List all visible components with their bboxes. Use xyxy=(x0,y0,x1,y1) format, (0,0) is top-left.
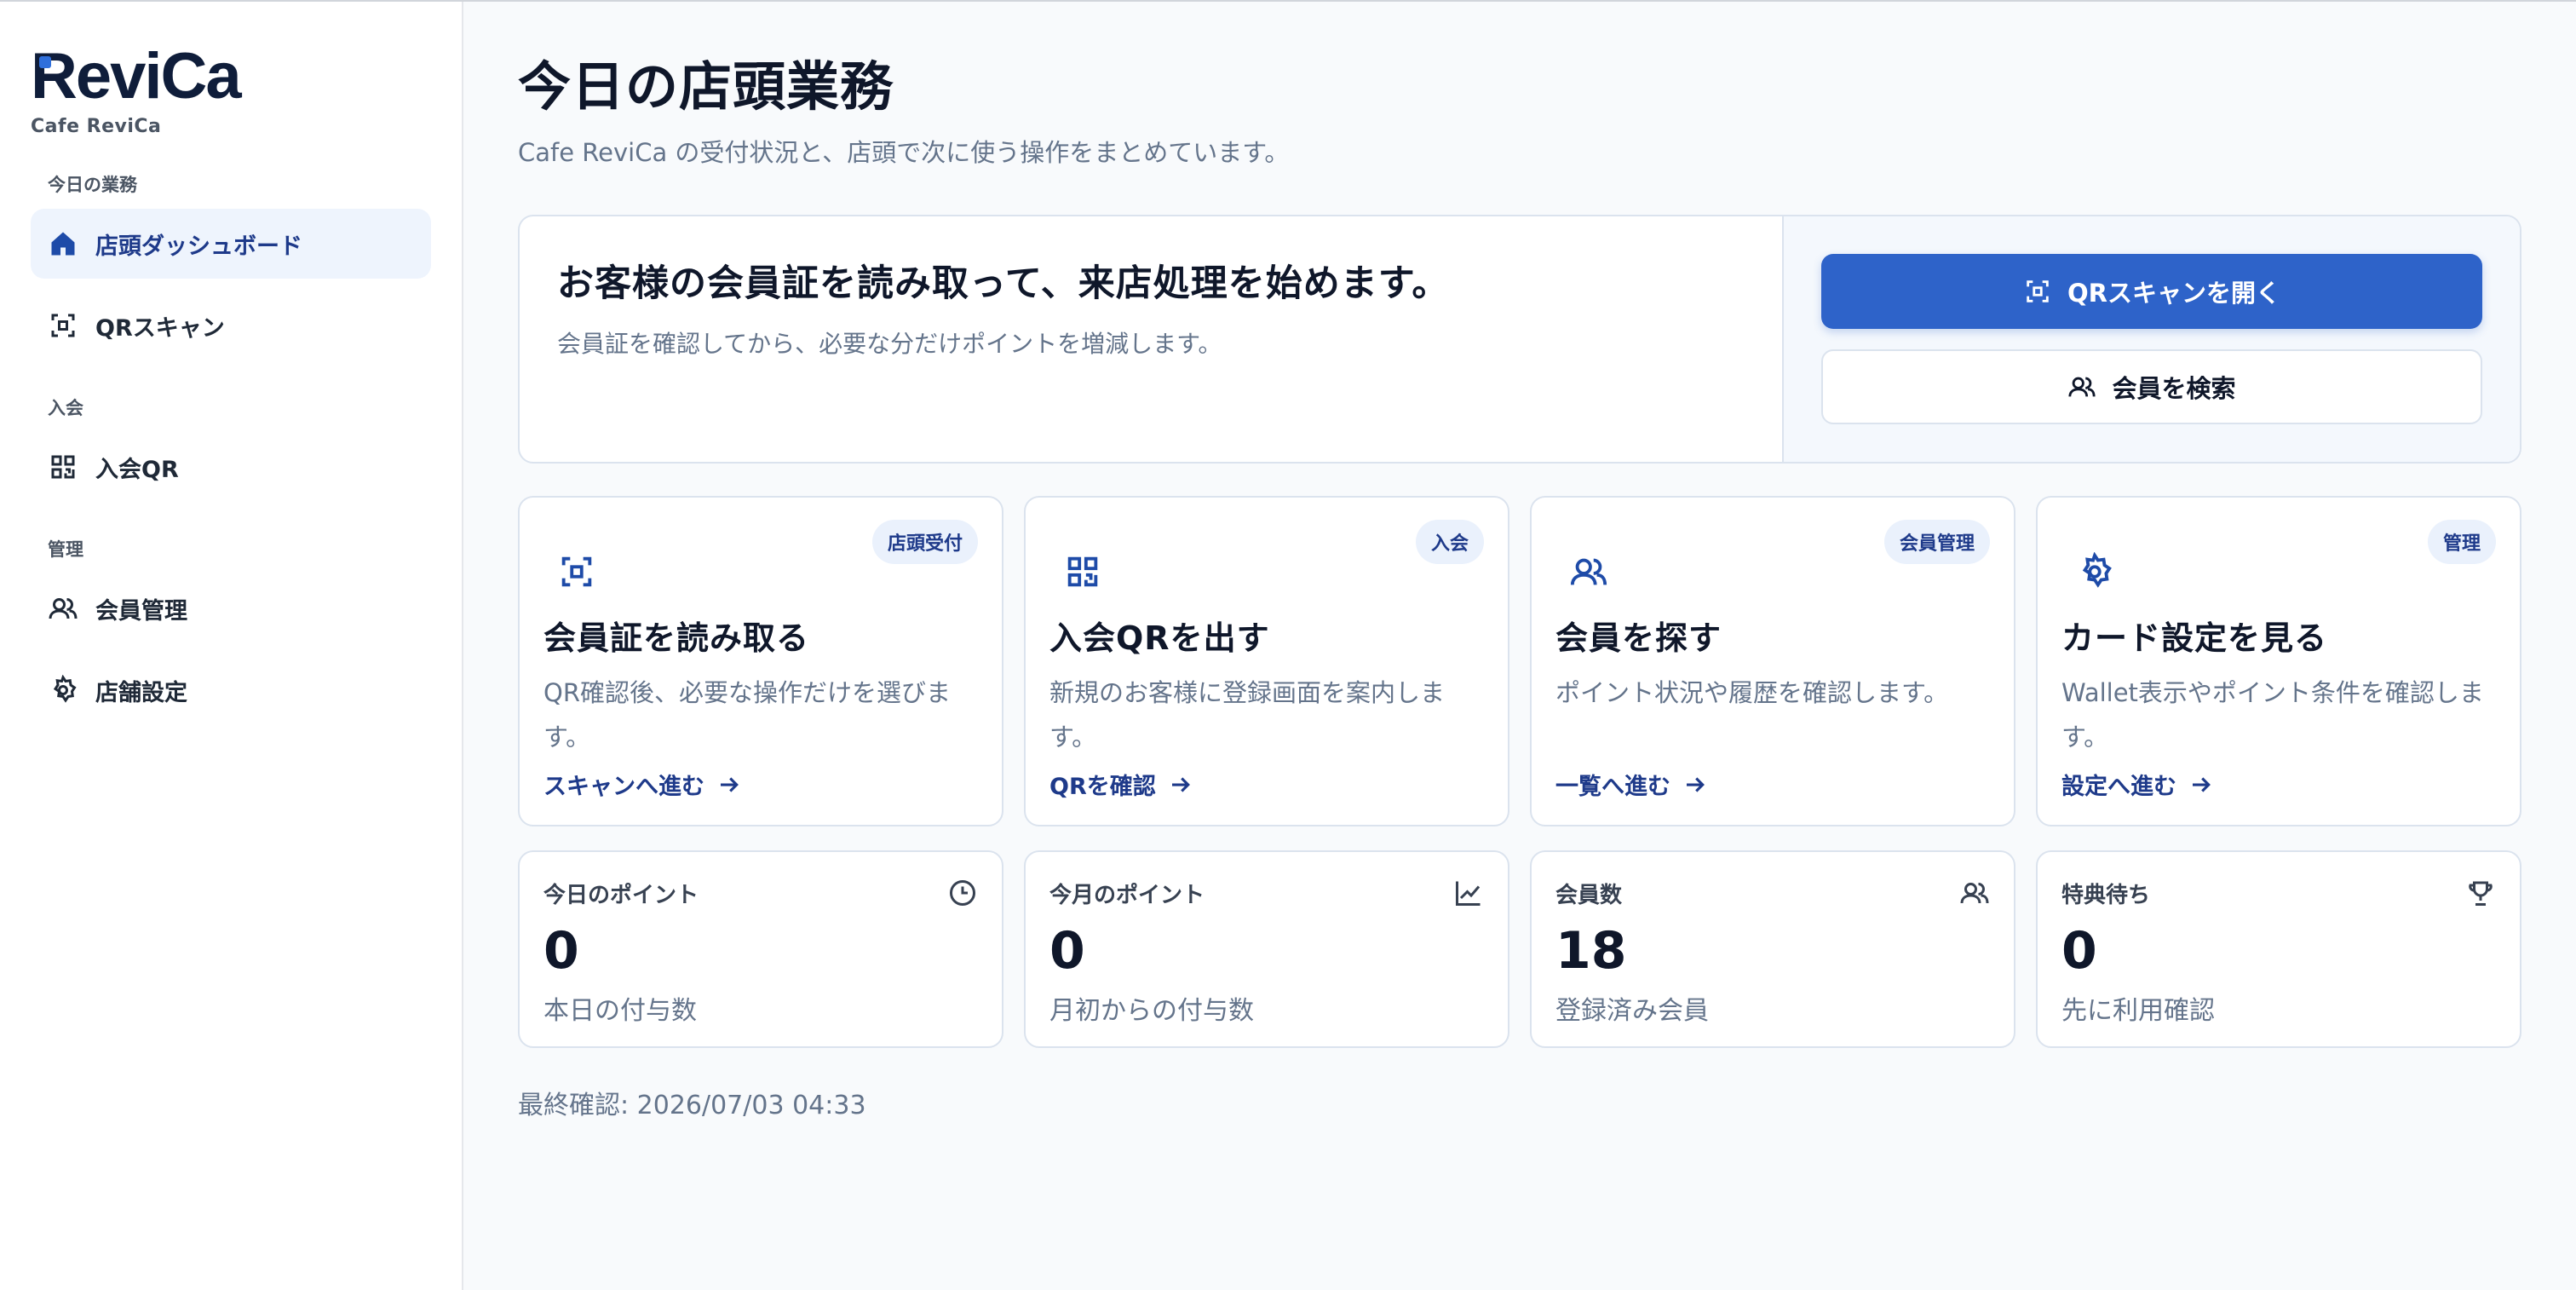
sidebar-item-qr-scan[interactable]: QRスキャン xyxy=(31,291,431,360)
card-link[interactable]: 一覧へ進む xyxy=(1555,768,1708,801)
scan-icon xyxy=(2027,280,2049,302)
stat-pending-rewards: 特典待ち 0 先に利用確認 xyxy=(2036,850,2521,1048)
button-label: 会員を検索 xyxy=(2112,374,2236,403)
card-title: 会員証を読み取る xyxy=(543,619,810,657)
logo-text: ReviCa xyxy=(31,40,242,112)
gear-icon xyxy=(53,675,77,703)
store-name: Cafe ReviCa xyxy=(31,116,162,137)
arrow-right-icon xyxy=(721,776,739,792)
card-description: QR確認後、必要な操作だけを選びます。 xyxy=(543,678,951,752)
clock-icon xyxy=(950,880,975,906)
card-link-label: QRを確認 xyxy=(1049,774,1156,800)
users-icon xyxy=(49,598,78,619)
users-icon xyxy=(2068,377,2096,397)
stat-month-points: 今月のポイント 0 月初からの付与数 xyxy=(1024,850,1509,1048)
stat-label: 特典待ち xyxy=(2061,883,2151,908)
last-checked: 最終確認: 2026/07/03 04:33 xyxy=(518,1091,866,1120)
hero-panel: お客様の会員証を読み取って、来店処理を始めます。 会員証を確認してから、必要な分… xyxy=(518,215,2521,464)
card-link-label: 設定へ進む xyxy=(2061,774,2176,800)
stat-value: 0 xyxy=(543,921,579,981)
stat-sub: 先に利用確認 xyxy=(2061,996,2215,1026)
stat-today-points: 今日のポイント 0 本日の付与数 xyxy=(518,850,1003,1048)
sidebar: ReviCa Cafe ReviCa 今日の業務 店頭ダッシュボード QRスキャ… xyxy=(0,2,463,1290)
stat-value: 18 xyxy=(1555,921,1627,981)
hero-description: 会員証を確認してから、必要な分だけポイントを増減します。 xyxy=(557,330,1222,358)
nav-section-admin: 管理 xyxy=(48,539,83,560)
stat-value: 0 xyxy=(2061,921,2097,981)
app-root: ReviCa Cafe ReviCa 今日の業務 店頭ダッシュボード QRスキャ… xyxy=(0,0,2576,1290)
card-badge: 管理 xyxy=(2427,520,2496,564)
sidebar-item-label: 会員管理 xyxy=(95,597,187,625)
sidebar-item-label: 入会QR xyxy=(95,456,179,483)
hero-text: お客様の会員証を読み取って、来店処理を始めます。 会員証を確認してから、必要な分… xyxy=(520,216,1782,462)
search-members-button[interactable]: 会員を検索 xyxy=(1821,349,2482,424)
qr-icon xyxy=(51,455,75,479)
action-cards: 店頭受付 会員証を読み取る QR確認後、必要な操作だけを選びます。 スキャンへ進… xyxy=(518,496,2521,826)
stat-value: 0 xyxy=(1049,921,1085,981)
sidebar-item-join-qr[interactable]: 入会QR xyxy=(31,432,431,502)
stats-row: 今日のポイント 0 本日の付与数 今月のポイント 0 月初からの付与数 会員数 … xyxy=(518,850,2521,1048)
home-icon xyxy=(51,232,75,256)
logo[interactable]: ReviCa xyxy=(31,44,431,109)
hero-title: お客様の会員証を読み取って、来店処理を始めます。 xyxy=(557,262,1450,305)
nav-section-join: 入会 xyxy=(48,398,83,418)
qr-icon xyxy=(1067,556,1098,587)
sidebar-item-dashboard[interactable]: 店頭ダッシュボード xyxy=(31,209,431,279)
button-label: QRスキャンを開く xyxy=(2067,279,2280,308)
card-link[interactable]: スキャンへ進む xyxy=(543,768,742,801)
sidebar-item-members[interactable]: 会員管理 xyxy=(31,573,431,643)
card-find-members[interactable]: 会員管理 会員を探す ポイント状況や履歴を確認します。 一覧へ進む xyxy=(1530,496,2015,826)
card-badge: 入会 xyxy=(1415,520,1484,564)
stat-member-count: 会員数 18 登録済み会員 xyxy=(1530,850,2015,1048)
trophy-icon xyxy=(2469,881,2493,906)
page-description: Cafe ReviCa の受付状況と、店頭で次に使う操作をまとめています。 xyxy=(518,138,1290,167)
card-link[interactable]: QRを確認 xyxy=(1049,768,1193,801)
card-description: 新規のお客様に登録画面を案内します。 xyxy=(1049,678,1446,752)
stat-label: 会員数 xyxy=(1555,883,1623,908)
stat-sub: 本日の付与数 xyxy=(543,996,697,1026)
hero-actions: QRスキャンを開く 会員を検索 xyxy=(1782,216,2520,462)
stat-sub: 登録済み会員 xyxy=(1555,996,1709,1026)
scan-icon xyxy=(51,314,75,337)
chart-icon xyxy=(1456,881,1481,906)
card-description: Wallet表示やポイント条件を確認します。 xyxy=(2061,678,2484,752)
card-link-label: スキャンへ進む xyxy=(543,774,704,800)
sidebar-item-label: 店頭ダッシュボード xyxy=(95,233,302,260)
sidebar-item-label: 店舗設定 xyxy=(95,679,187,706)
card-title: カード設定を見る xyxy=(2061,619,2328,657)
card-description: ポイント状況や履歴を確認します。 xyxy=(1555,678,1949,707)
nav-section-today: 今日の業務 xyxy=(48,175,137,195)
card-view-card-settings[interactable]: 管理 カード設定を見る Wallet表示やポイント条件を確認します。 設定へ進む xyxy=(2036,496,2521,826)
card-link-label: 一覧へ進む xyxy=(1555,774,1670,800)
sidebar-item-store-settings[interactable]: 店舗設定 xyxy=(31,655,431,725)
gear-icon xyxy=(2082,552,2112,588)
card-title: 会員を探す xyxy=(1555,619,1722,657)
card-badge: 店頭受付 xyxy=(871,520,978,564)
card-badge: 会員管理 xyxy=(1883,520,1990,564)
users-icon xyxy=(1960,883,1989,904)
card-title: 入会QRを出す xyxy=(1049,619,1270,657)
arrow-right-icon xyxy=(1171,776,1190,792)
open-qr-scan-button[interactable]: QRスキャンを開く xyxy=(1821,254,2482,329)
scan-icon xyxy=(561,556,592,587)
card-link[interactable]: 設定へ進む xyxy=(2061,768,2214,801)
users-icon xyxy=(1570,558,1607,585)
arrow-right-icon xyxy=(1687,776,1705,792)
stat-label: 今日のポイント xyxy=(543,883,699,908)
main-content: 今日の店頭業務 Cafe ReviCa の受付状況と、店頭で次に使う操作をまとめ… xyxy=(463,2,2576,1290)
card-read-member-card[interactable]: 店頭受付 会員証を読み取る QR確認後、必要な操作だけを選びます。 スキャンへ進… xyxy=(518,496,1003,826)
stat-label: 今月のポイント xyxy=(1049,883,1205,908)
sidebar-item-label: QRスキャン xyxy=(95,314,225,342)
logo-dot xyxy=(39,56,51,68)
card-show-join-qr[interactable]: 入会 入会QRを出す 新規のお客様に登録画面を案内します。 QRを確認 xyxy=(1024,496,1509,826)
stat-sub: 月初からの付与数 xyxy=(1049,996,1254,1026)
page-title: 今日の店頭業務 xyxy=(518,55,894,118)
arrow-right-icon xyxy=(2193,776,2211,792)
brand: ReviCa Cafe ReviCa xyxy=(31,44,431,138)
